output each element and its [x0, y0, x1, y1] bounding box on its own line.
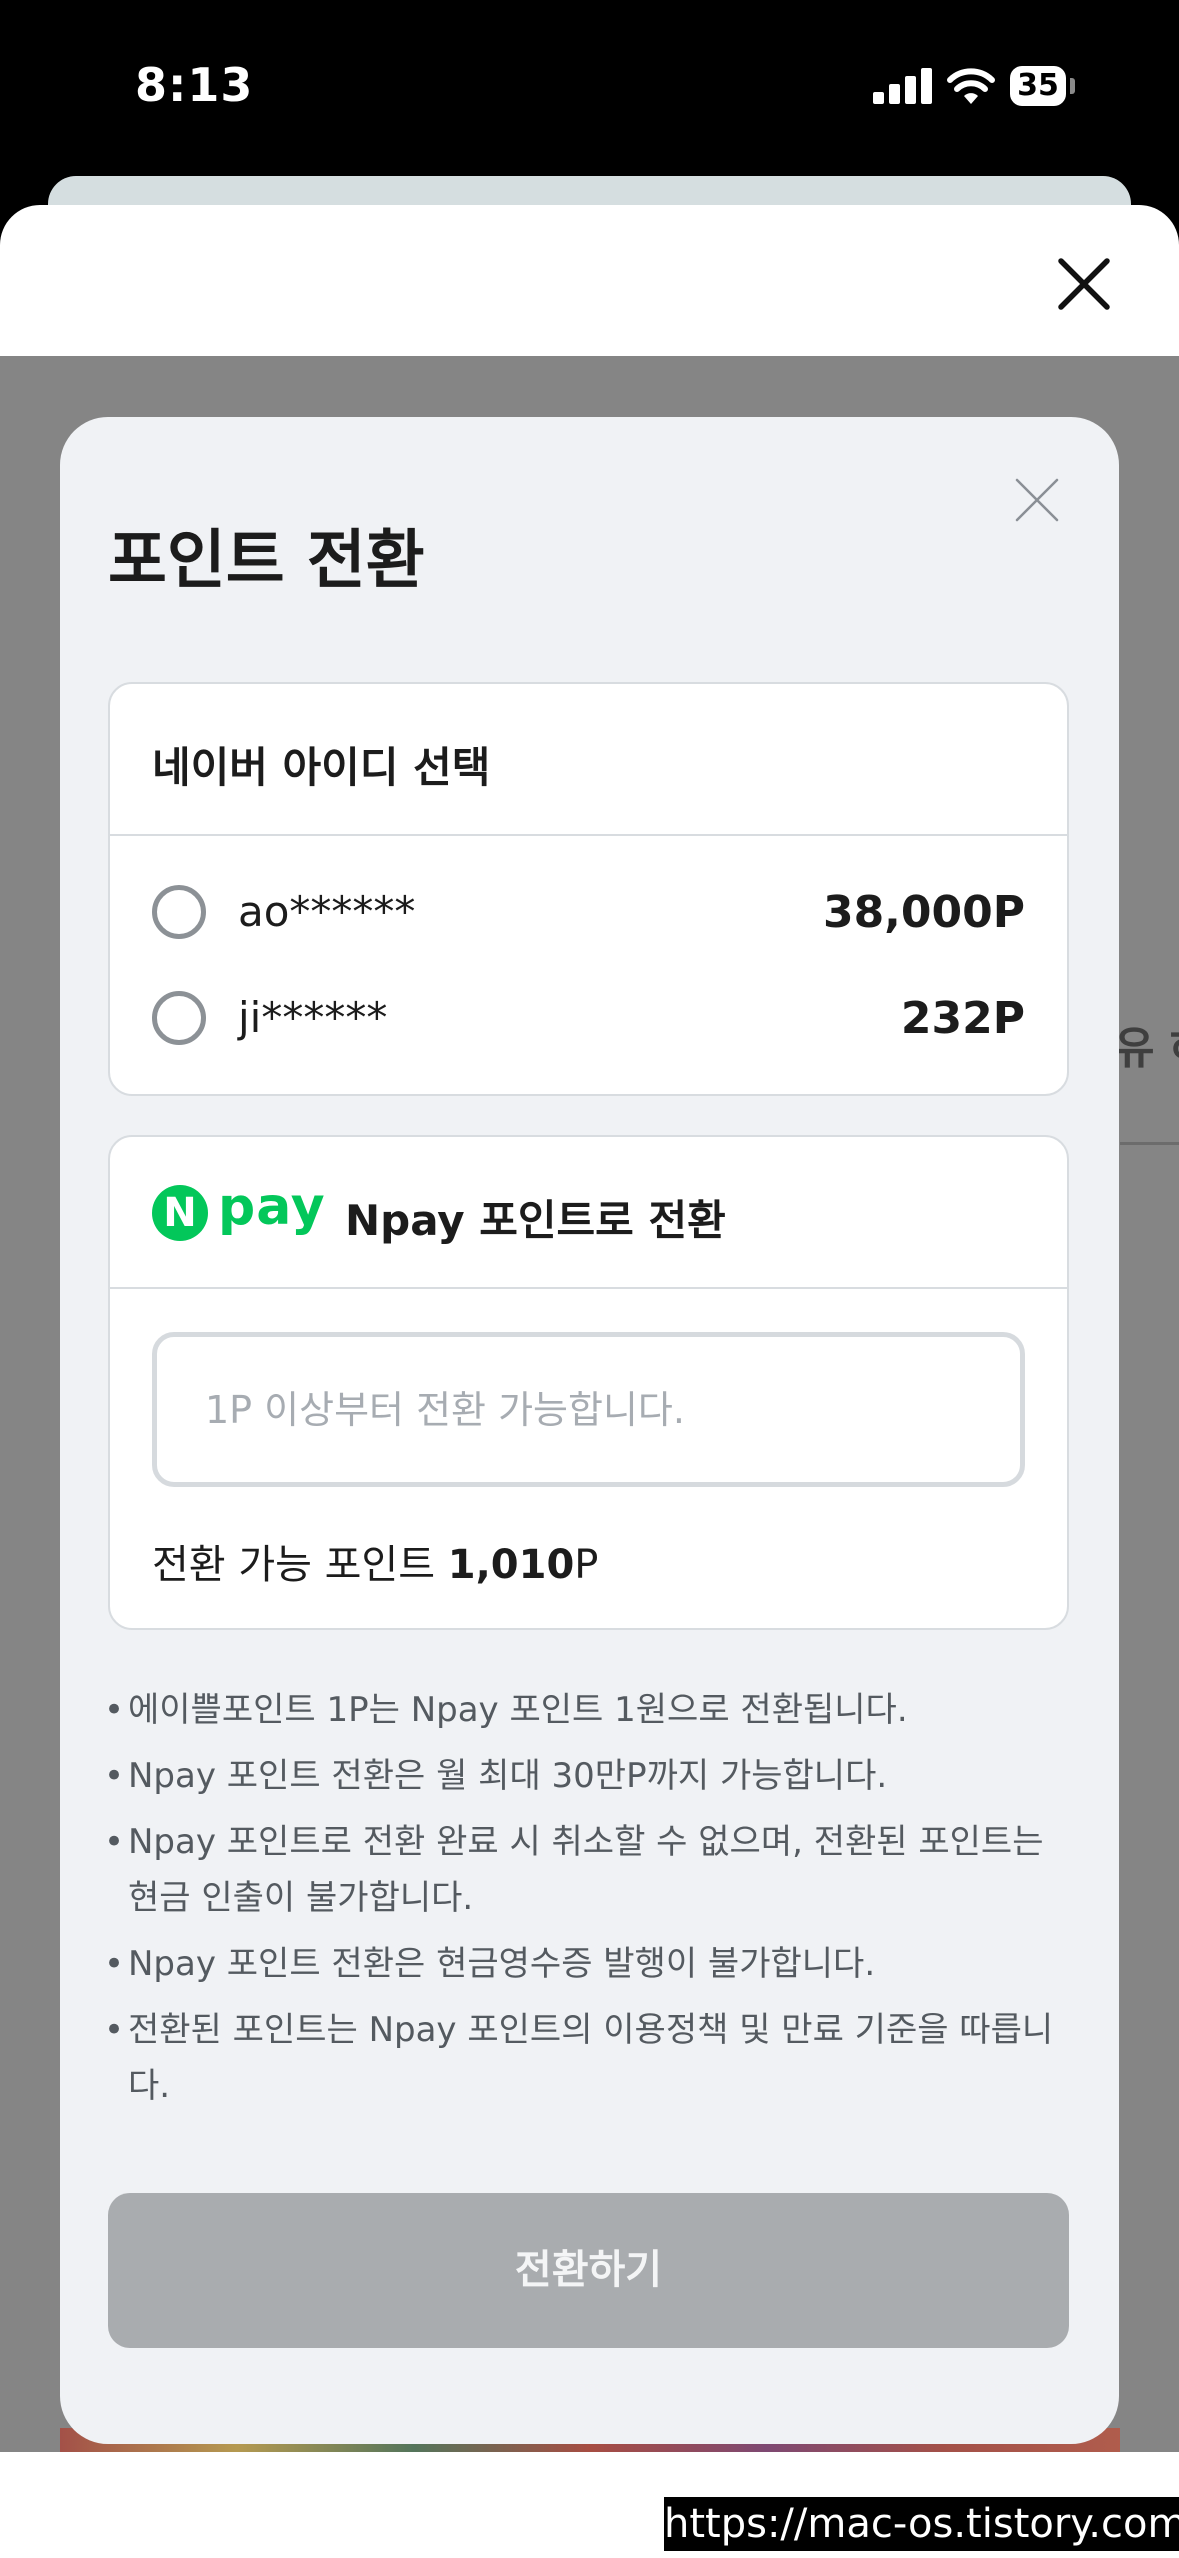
battery-icon: 35 — [1010, 66, 1066, 106]
account-points: 232P — [900, 993, 1025, 1044]
cellular-signal-icon — [873, 68, 933, 104]
account-option[interactable]: ao****** 38,000P — [110, 875, 1067, 955]
battery-tip — [1070, 78, 1075, 94]
watermark: https://mac-os.tistory.com — [664, 2497, 1179, 2551]
account-points: 38,000P — [822, 887, 1025, 938]
npay-logo-text: pay — [218, 1177, 326, 1237]
background-partial-text: 유 하 — [1114, 1023, 1179, 1074]
note-item: Npay 포인트로 전환 완료 시 취소할 수 없으며, 전환된 포인트는 현금… — [104, 1814, 1079, 1926]
account-id: ao****** — [238, 887, 416, 936]
card-header: 네이버 아이디 선택 — [110, 684, 1067, 836]
available-points: 전환 가능 포인트 1,010P — [152, 1532, 598, 1590]
card-header: N pay Npay 포인트로 전환 — [110, 1137, 1067, 1289]
npay-n-icon: N — [152, 1185, 208, 1241]
naver-id-select-card: 네이버 아이디 선택 ao****** 38,000P ji****** 232… — [108, 682, 1069, 1096]
radio-button[interactable] — [152, 991, 206, 1045]
status-bar: 8:13 35 — [0, 0, 1179, 175]
status-time: 8:13 — [135, 58, 254, 112]
account-id: ji****** — [238, 993, 388, 1042]
npay-conversion-card: N pay Npay 포인트로 전환 전환 가능 포인트 1,010P — [108, 1135, 1069, 1630]
background-divider — [1120, 1142, 1179, 1145]
modal-title: 포인트 전환 — [108, 524, 425, 598]
note-item: Npay 포인트 전환은 현금영수증 발행이 불가합니다. — [104, 1936, 1079, 1992]
close-icon[interactable] — [1055, 255, 1113, 313]
note-item: 에이쁠포인트 1P는 Npay 포인트 1원으로 전환됩니다. — [104, 1682, 1079, 1738]
point-conversion-modal: 포인트 전환 네이버 아이디 선택 ao****** 38,000P ji***… — [60, 417, 1119, 2444]
note-item: Npay 포인트 전환은 월 최대 30만P까지 가능합니다. — [104, 1748, 1079, 1804]
convert-button[interactable]: 전환하기 — [108, 2193, 1069, 2348]
radio-button[interactable] — [152, 885, 206, 939]
point-amount-input[interactable] — [152, 1332, 1025, 1487]
note-item: 전환된 포인트는 Npay 포인트의 이용정책 및 만료 기준을 따릅니다. — [104, 2002, 1079, 2114]
naver-id-select-heading: 네이버 아이디 선택 — [152, 743, 491, 792]
available-points-unit: P — [574, 1542, 599, 1588]
available-points-label: 전환 가능 포인트 — [152, 1542, 436, 1588]
npay-logo: N pay — [152, 1177, 325, 1243]
available-points-value: 1,010 — [447, 1542, 575, 1588]
wifi-icon — [947, 68, 995, 104]
close-icon[interactable] — [1014, 477, 1060, 523]
account-option[interactable]: ji****** 232P — [110, 981, 1067, 1061]
conversion-notes: 에이쁠포인트 1P는 Npay 포인트 1원으로 전환됩니다. Npay 포인트… — [104, 1682, 1079, 2124]
npay-heading: Npay 포인트로 전환 — [345, 1196, 726, 1245]
